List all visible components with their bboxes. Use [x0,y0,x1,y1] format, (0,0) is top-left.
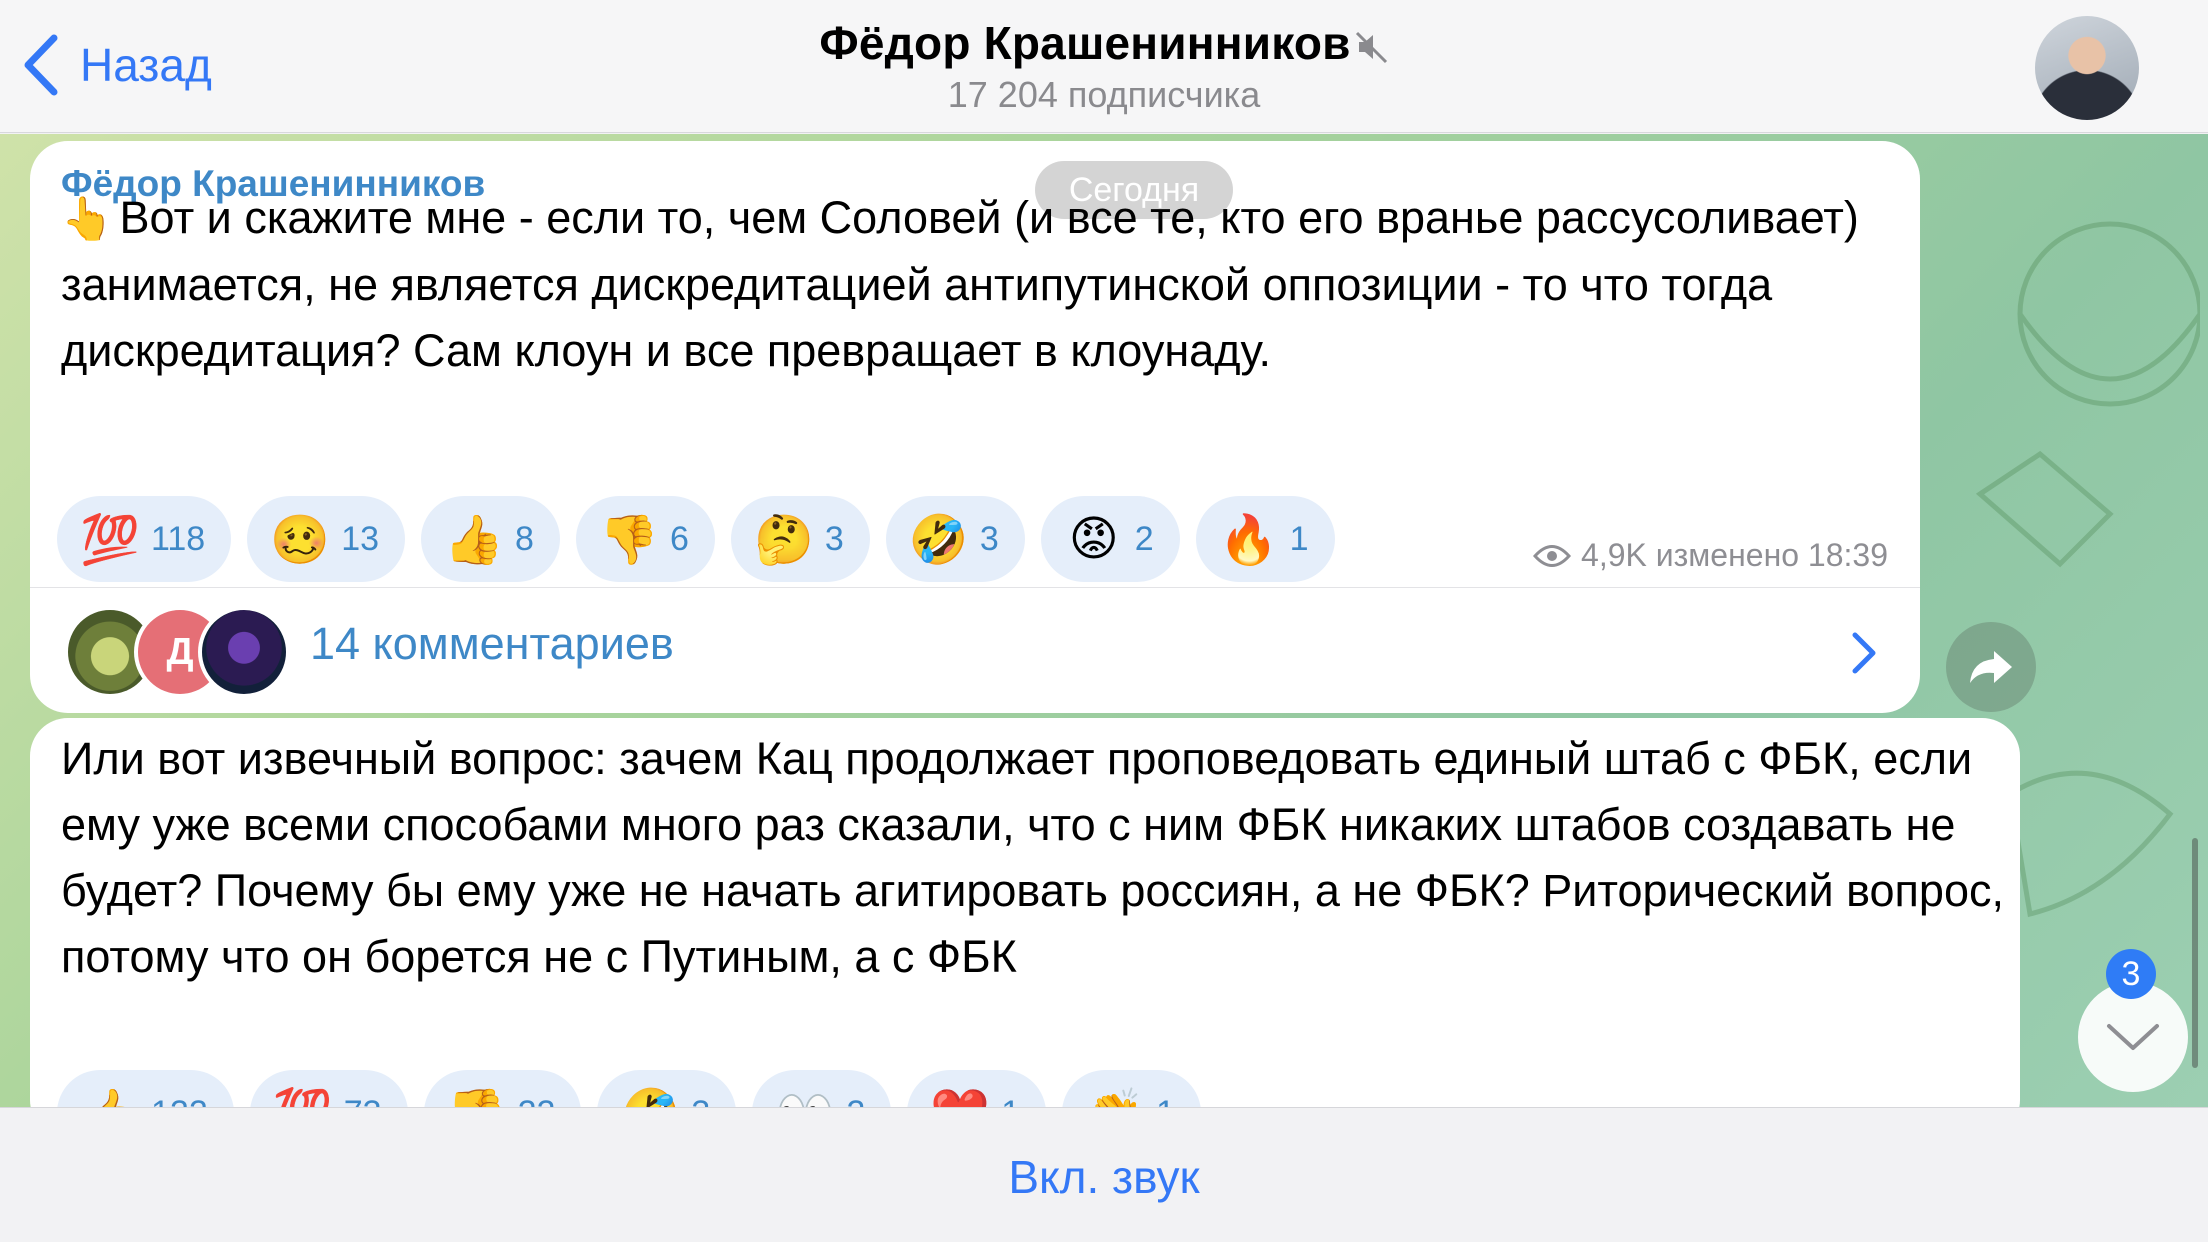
chevron-right-icon [1852,632,1876,674]
message-text: Или вот извечный вопрос: зачем Кац продо… [61,733,2004,982]
reaction-eyes[interactable]: 👀2 [752,1070,892,1108]
bottom-bar: Вкл. звук [0,1107,2208,1242]
wallpaper-doodle-icon [1975,221,2200,568]
comments-label: 14 комментариев [310,618,674,669]
comments-button[interactable]: Д 14 комментариев [30,588,1920,713]
share-button[interactable] [1946,622,2036,712]
reaction-count: 1 [1156,1094,1175,1108]
edited-time: изменено 18:39 [1655,537,1888,573]
reaction-rofl[interactable]: 🤣3 [885,496,1025,582]
unread-count-badge: 3 [2106,949,2156,999]
chevron-down-icon [2107,1024,2159,1050]
message-text: 👆 Вот и скажите мне - если то, чем Солов… [61,185,1891,384]
clapping-hands-icon: 👏 [1084,1085,1146,1108]
woozy-face-icon: 🥴 [270,513,331,567]
reaction-thumbs-down[interactable]: 👎 6 [575,496,715,582]
reaction-100[interactable]: 💯 118 [57,496,232,582]
channel-avatar[interactable] [2035,16,2139,120]
wallpaper-doodle-icon [2007,770,2174,918]
thumbs-down-icon: 👎 [599,513,659,567]
reaction-heart[interactable]: ❤️ 1 [907,1070,1047,1108]
rofl-face-icon: 🤣 [619,1085,681,1108]
chat-header: Назад Фёдор Крашенинников 17 204 подписч… [0,0,2208,133]
unmute-button[interactable]: Вкл. звук [0,1150,2208,1204]
scrollbar[interactable] [2192,838,2198,1068]
angry-face-icon: 😡 [1068,513,1119,566]
commenter-avatar [198,606,290,698]
channel-title[interactable]: Фёдор Крашенинников [0,16,2208,70]
heart-icon: ❤️ [929,1085,991,1108]
message-bubble[interactable]: Фёдор Крашенинников Сегодня 👆 Вот и скаж… [30,141,1920,713]
message-body: Вот и скажите мне - если то, чем Соловей… [61,192,1859,376]
reaction-rofl[interactable]: 🤣3 [597,1070,737,1108]
pointing-up-icon: 👆 [61,195,114,242]
reaction-clap[interactable]: 👏1 [1062,1070,1202,1108]
message-meta: 4,9K изменено 18:39 [1533,537,1888,574]
chat-area[interactable]: Фёдор Крашенинников Сегодня 👆 Вот и скаж… [0,134,2208,1107]
hundred-points-icon: 💯 [80,513,140,567]
reactions-row: 💯 118 🥴 13 👍 8 👎 6 🤔 3 🤣 3 😡 2 🔥 1 [57,496,1351,582]
subscriber-count: 17 204 подписчика [947,74,1261,115]
reaction-count: 1 [1001,1094,1020,1108]
reaction-woozy[interactable]: 🥴 13 [247,496,406,582]
eyes-icon: 👀 [774,1085,836,1108]
eye-icon [1533,544,1572,567]
reaction-thinking[interactable]: 🤔 3 [730,496,870,582]
thinking-face-icon: 🤔 [754,513,814,567]
rofl-face-icon: 🤣 [908,513,969,567]
reaction-count: 122 [151,1094,208,1108]
reaction-count: 13 [341,519,380,558]
reaction-angry[interactable]: 😡 2 [1040,496,1180,582]
thumbs-up-icon: 👍 [444,513,504,567]
reaction-100[interactable]: 💯 73 [249,1070,408,1108]
reaction-thumbs-up[interactable]: 👍 8 [421,496,560,582]
muted-speaker-icon [1355,31,1387,63]
reaction-count: 6 [669,519,689,558]
reaction-count: 73 [344,1094,382,1108]
reaction-thumbs-up[interactable]: 👍 122 [57,1070,234,1107]
message-bubble[interactable]: Или вот извечный вопрос: зачем Кац продо… [30,718,2020,1107]
share-arrow-icon [1970,651,2012,683]
reaction-count: 22 [518,1094,556,1108]
reaction-count: 1 [1289,519,1309,558]
reaction-count: 118 [151,519,206,558]
view-count: 4,9K [1581,537,1647,573]
reactions-row: 👍122 💯73 👎22 🤣3 👀2 ❤️1 👏1 [57,1070,1217,1107]
thumbs-up-icon: 👍 [79,1085,141,1108]
reaction-count: 8 [515,519,534,558]
reaction-count: 3 [979,519,999,558]
hundred-points-icon: 💯 [272,1085,334,1108]
thumbs-down-icon: 👎 [446,1085,508,1108]
channel-name: Фёдор Крашенинников [819,17,1351,69]
reaction-count: 2 [1134,519,1154,558]
reaction-fire[interactable]: 🔥 1 [1195,496,1335,582]
reaction-count: 3 [691,1094,710,1108]
fire-icon: 🔥 [1218,513,1279,567]
reaction-thumbs-down[interactable]: 👎 22 [423,1070,582,1108]
reaction-count: 2 [846,1094,865,1108]
reaction-count: 3 [824,519,844,558]
